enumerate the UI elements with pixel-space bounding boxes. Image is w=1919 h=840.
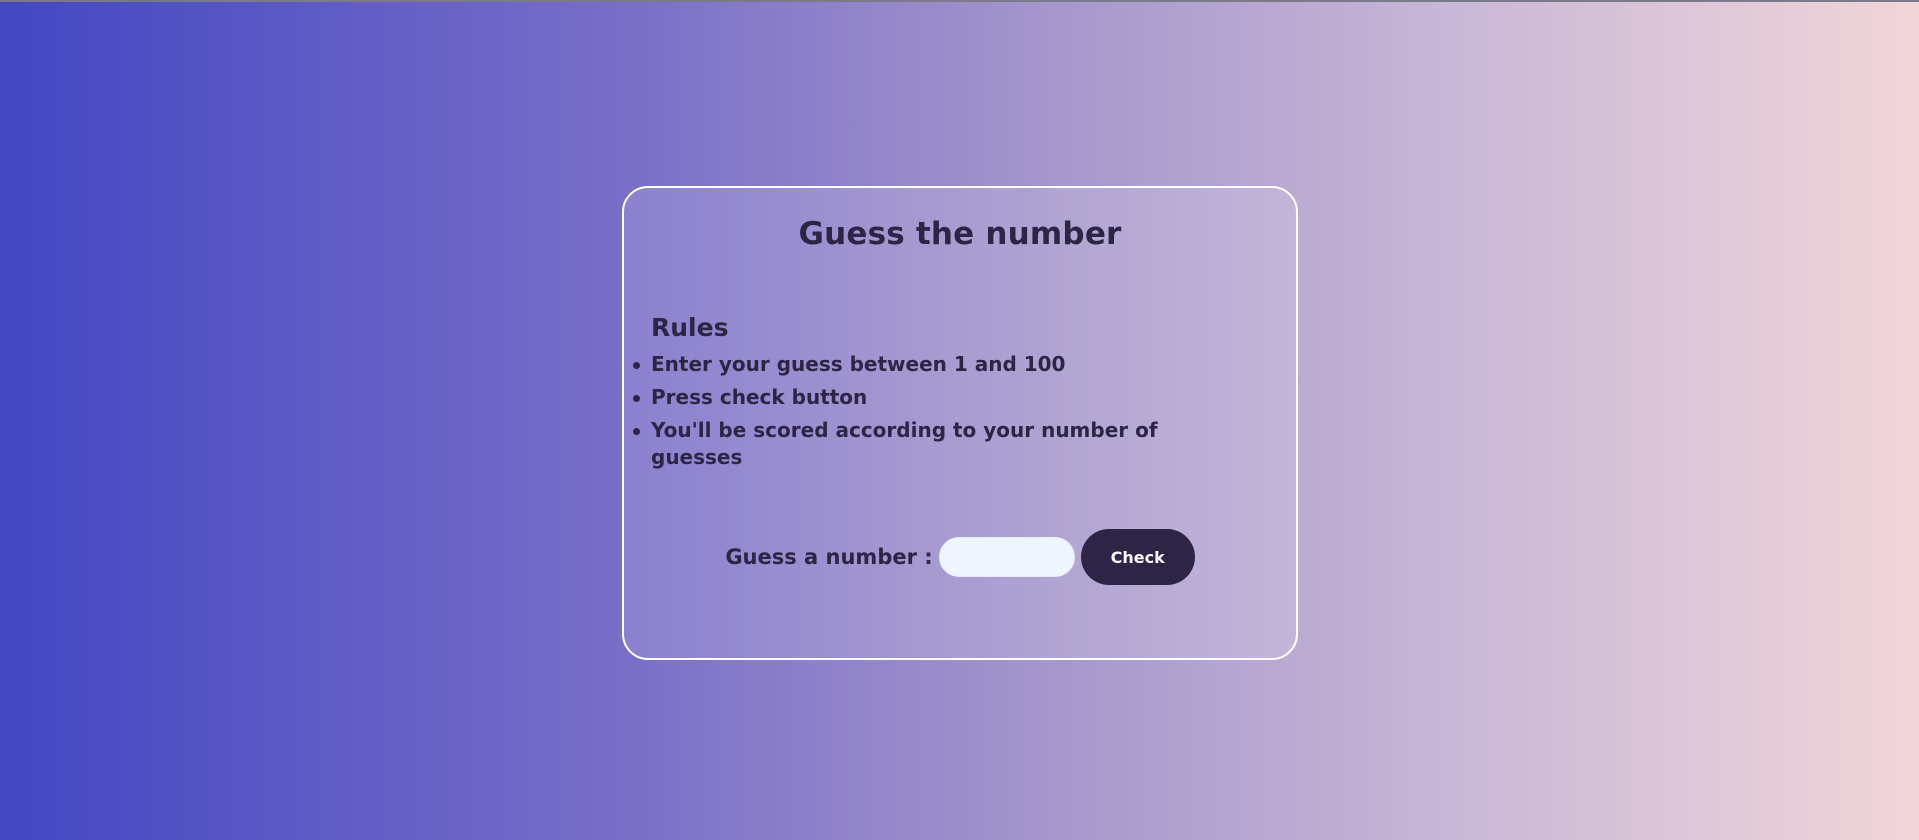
rule-item: Enter your guess between 1 and 100 [633,351,1211,378]
rules-heading: Rules [651,313,729,342]
check-button[interactable]: Check [1080,529,1195,585]
rule-item: Press check button [633,384,1211,411]
page-title: Guess the number [798,216,1122,252]
guess-input[interactable] [938,537,1075,577]
guess-form: Guess a number : Check [624,528,1296,586]
game-card: Guess the number Rules Enter your guess … [622,186,1298,660]
top-border-line [0,0,1919,2]
rules-list: Enter your guess between 1 and 100 Press… [633,351,1211,477]
guess-label: Guess a number : [725,545,933,569]
rule-item: You'll be scored according to your numbe… [633,417,1211,471]
